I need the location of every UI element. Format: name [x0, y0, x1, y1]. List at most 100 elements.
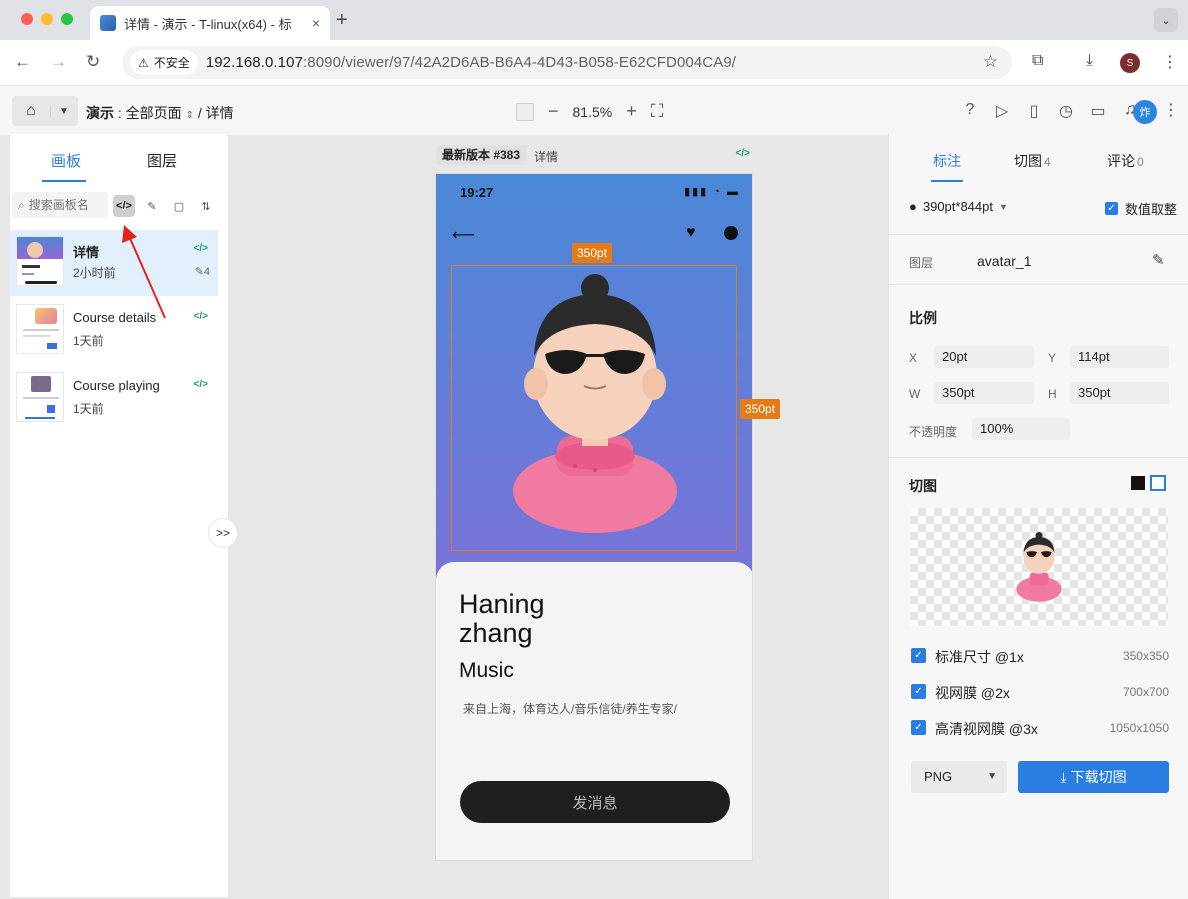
background-color-swatch[interactable] — [516, 102, 534, 121]
site-info-chip[interactable]: ⚠ 不安全 — [130, 50, 198, 75]
browser-tab-bar: 详情 - 演示 - T-linux(x64) - 标 × + ⌄ — [0, 0, 1188, 40]
tab-close-icon[interactable]: × — [312, 15, 320, 31]
artboard-header: 最新版本 #383 详情 </> — [436, 145, 754, 165]
play-icon[interactable]: ▷ — [994, 101, 1010, 121]
device-icon[interactable]: ▯ — [1026, 101, 1042, 121]
artboard-search[interactable]: ⌕ — [12, 192, 108, 218]
y-label: Y — [1048, 351, 1057, 365]
artboard-name: Course playing — [73, 378, 160, 393]
version-chip[interactable]: 最新版本 #383 — [436, 145, 527, 165]
code-filter-icon[interactable]: </> — [113, 195, 135, 217]
code-icon: </> — [193, 243, 208, 254]
sort-icon[interactable]: ⇅ — [195, 195, 217, 217]
profile-card: Haning zhang Music 来自上海，体育达人/音乐信徒/养生专家/ 发… — [436, 562, 752, 860]
opacity-field[interactable]: 100% — [972, 418, 1070, 440]
new-tab-button[interactable]: + — [336, 9, 348, 32]
x-field[interactable]: 20pt — [934, 346, 1034, 368]
zoom-in-button[interactable]: + — [626, 101, 637, 122]
heart-icon[interactable]: ♥ — [686, 224, 696, 242]
check-icon[interactable]: ✓ — [911, 684, 926, 699]
check-icon[interactable]: ✓ — [911, 648, 926, 663]
bookmark-star-icon[interactable]: ☆ — [983, 52, 998, 72]
breadcrumb-separator: : — [114, 105, 126, 121]
light-bg-toggle[interactable] — [1150, 475, 1166, 491]
insecure-label: 不安全 — [153, 56, 190, 70]
browser-tab[interactable]: 详情 - 演示 - T-linux(x64) - 标 × — [90, 6, 330, 40]
back-arrow-icon[interactable]: ⟵ — [452, 225, 475, 245]
sort-icon[interactable]: ⇕ — [186, 110, 194, 121]
browser-menu-icon[interactable]: ⋮ — [1162, 52, 1178, 72]
divider — [889, 457, 1188, 458]
home-button[interactable]: ⌂ ▼ — [12, 96, 78, 126]
window-close-button[interactable] — [21, 13, 33, 25]
user-avatar[interactable]: 炸 — [1133, 100, 1157, 124]
profile-avatar[interactable]: S — [1120, 53, 1140, 73]
window-minimize-button[interactable] — [41, 13, 53, 25]
tab-layers[interactable]: 图层 — [147, 150, 177, 171]
slice-preview — [910, 508, 1168, 626]
chat-icon[interactable] — [724, 226, 738, 240]
history-icon[interactable]: ◷ — [1058, 101, 1074, 121]
x-label: X — [909, 351, 918, 365]
width-measure-tag: 350pt — [572, 243, 613, 263]
format-select[interactable]: PNG ▼ — [911, 761, 1007, 793]
tab-comments[interactable]: 评论 0 — [1107, 151, 1144, 171]
home-icon: ⌂ — [26, 102, 36, 119]
back-icon[interactable]: ← — [14, 52, 31, 72]
scale-option-3x[interactable]: ✓ 高清视网膜 @3x 1050x1050 — [911, 717, 1169, 737]
tab-artboards[interactable]: 画板 — [51, 150, 81, 171]
download-slices-button[interactable]: ⤓ 下载切图 — [1018, 761, 1169, 793]
reload-icon[interactable]: ↻ — [86, 52, 100, 72]
list-item[interactable]: 详情 2小时前 </> ✎4 — [10, 230, 218, 296]
help-icon[interactable]: ? — [962, 101, 978, 121]
scale-option-2x[interactable]: ✓ 视网膜 @2x 700x700 — [911, 681, 1169, 701]
download-icon[interactable]: ⤓ — [1086, 52, 1093, 70]
scale-option-1x[interactable]: ✓ 标准尺寸 @1x 350x350 — [911, 645, 1169, 665]
artboard-time: 1天前 — [73, 402, 104, 416]
tab-favicon-icon — [100, 15, 116, 31]
url-text: 192.168.0.107:8090/viewer/97/42A2D6AB-B6… — [205, 54, 737, 71]
profile-bio: 来自上海，体育达人/音乐信徒/养生专家/ — [463, 702, 678, 716]
check-icon[interactable]: ✓ — [911, 720, 926, 735]
y-field[interactable]: 114pt — [1070, 346, 1169, 368]
edit-pen-icon[interactable]: ✎ — [1152, 251, 1165, 269]
tab-indicator — [931, 180, 963, 182]
slice-heading: 切图 — [909, 478, 937, 494]
artboard-time: 2小时前 — [73, 266, 116, 280]
more-icon[interactable]: ⋮ — [1163, 100, 1179, 120]
w-field[interactable]: 350pt — [934, 382, 1034, 404]
address-bar[interactable]: ⚠ 不安全 192.168.0.107:8090/viewer/97/42A2D… — [122, 46, 1012, 79]
list-item[interactable]: Course playing 1天前 </> — [10, 366, 218, 432]
h-field[interactable]: 350pt — [1070, 382, 1169, 404]
window-zoom-button[interactable] — [61, 13, 73, 25]
fit-screen-icon[interactable]: ⛶ — [651, 101, 664, 122]
dark-bg-toggle[interactable] — [1131, 476, 1145, 490]
zoom-out-button[interactable]: − — [548, 101, 559, 122]
selection-box — [451, 265, 737, 551]
download-icon: ⤓ — [1060, 768, 1067, 785]
tab-search-icon[interactable]: ⌄ — [1154, 8, 1178, 32]
folder-clock-icon[interactable]: ▭ — [1090, 101, 1106, 121]
list-item[interactable]: Course details 1天前 </> — [10, 298, 218, 364]
search-input[interactable] — [28, 198, 101, 212]
height-measure-tag: 350pt — [740, 399, 781, 419]
breadcrumb: 演示 : 全部页面 ⇕ / 详情 — [86, 103, 234, 123]
chevron-down-icon[interactable]: ▼ — [50, 105, 69, 117]
send-message-button[interactable]: 发消息 — [460, 781, 730, 823]
app-header: ⌂ ▼ 演示 : 全部页面 ⇕ / 详情 − 81.5% + ⛶ ? ▷ ▯ ◷… — [0, 86, 1188, 136]
round-values-checkbox[interactable]: ✓ 数值取整 — [1105, 199, 1177, 218]
forward-icon[interactable]: → — [50, 52, 67, 72]
device-selector[interactable]: ● 390pt*844pt ▼ — [909, 199, 1008, 214]
collapse-panel-button[interactable]: >> — [208, 518, 238, 548]
comment-filter-icon[interactable]: ▢ — [168, 195, 190, 217]
check-icon: ✓ — [1105, 202, 1118, 215]
pen-filter-icon[interactable]: ✎ — [141, 195, 163, 217]
breadcrumb-project[interactable]: 演示 — [86, 105, 114, 121]
browser-toolbar: ← → ↻ ⚠ 不安全 192.168.0.107:8090/viewer/97… — [0, 40, 1188, 86]
breadcrumb-pages[interactable]: 全部页面 — [126, 105, 182, 121]
artboard-panel: 画板 图层 ⌕ </> ✎ ▢ ⇅ 详情 2小时前 </> ✎4 Course … — [10, 134, 228, 897]
tab-slices[interactable]: 切图 4 — [1014, 151, 1051, 171]
tab-annotations[interactable]: 标注 — [933, 151, 963, 171]
extensions-icon[interactable]: ⧉ — [1032, 52, 1043, 70]
code-icon[interactable]: </> — [736, 148, 750, 159]
